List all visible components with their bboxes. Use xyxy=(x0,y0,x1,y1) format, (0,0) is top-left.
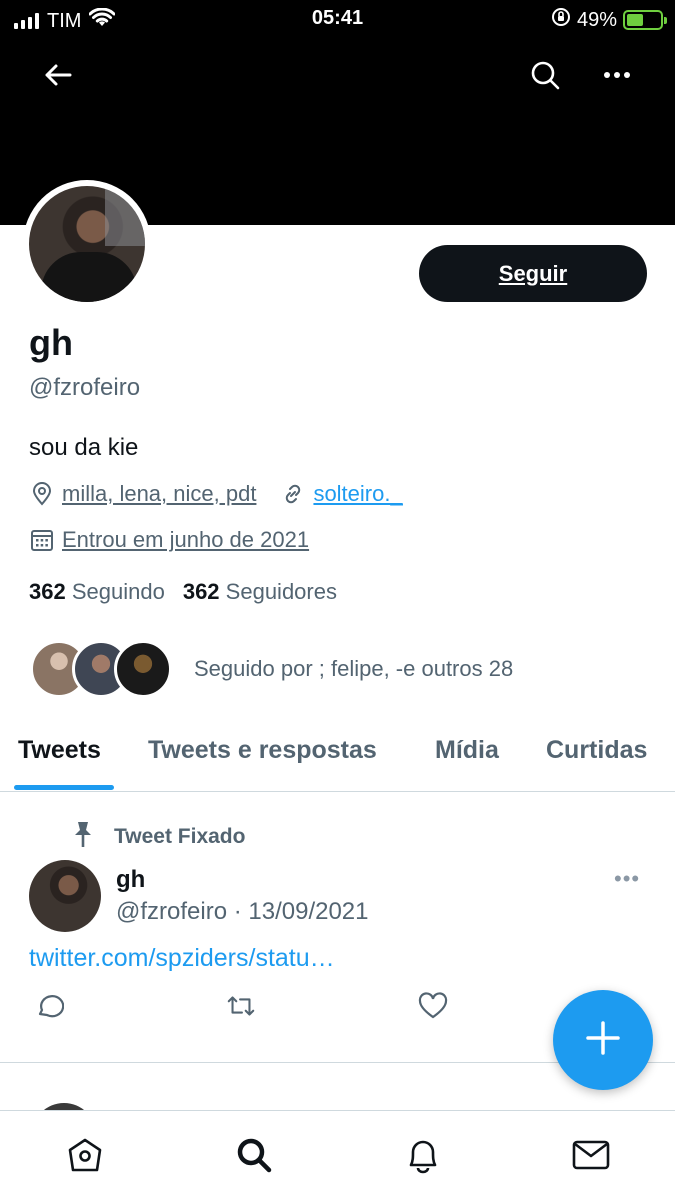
profile-website-link[interactable]: solteiro._ xyxy=(313,481,402,507)
profile-bio: sou da kie xyxy=(29,434,139,461)
follower-avatar xyxy=(114,640,172,698)
status-bar: TIM 05:41 49% xyxy=(0,0,675,38)
home-icon[interactable] xyxy=(63,1133,107,1177)
tweet-more-button[interactable]: ••• xyxy=(614,866,640,892)
pin-icon xyxy=(70,820,96,854)
retweet-icon[interactable] xyxy=(225,990,257,1022)
profile-avatar[interactable] xyxy=(23,180,151,308)
followed-by-row[interactable]: Seguido por ; felipe, ‑e outros 28 xyxy=(30,640,513,698)
profile-meta-row: milla, lena, nice, pdt solteiro._ xyxy=(29,481,403,507)
tab-tweets[interactable]: Tweets xyxy=(18,736,101,765)
following-count[interactable]: 362 Seguindo xyxy=(29,579,165,605)
pinned-tweet-label: Tweet Fixado xyxy=(70,820,245,854)
follow-button[interactable]: Seguir xyxy=(419,245,647,302)
tweet-link[interactable]: twitter.com/spziders/statu… xyxy=(29,944,335,973)
rotation-lock-icon xyxy=(551,7,571,33)
followers-count[interactable]: 362 Seguidores xyxy=(183,579,337,605)
like-heart-icon[interactable] xyxy=(417,990,449,1022)
tweet-avatar[interactable] xyxy=(29,860,101,932)
plus-icon xyxy=(585,1020,621,1061)
notifications-bell-icon[interactable] xyxy=(401,1133,445,1177)
link-icon xyxy=(280,481,306,507)
active-tab-indicator xyxy=(14,785,114,790)
messages-mail-icon[interactable] xyxy=(569,1133,613,1177)
profile-name: gh xyxy=(29,322,73,363)
followed-by-text: Seguido por ; felipe, ‑e outros 28 xyxy=(194,656,514,681)
location-pin-icon xyxy=(29,481,55,507)
profile-joined-date: Entrou em junho de 2021 xyxy=(62,527,310,552)
tweet-author-name: gh xyxy=(116,866,146,893)
profile-tabs: Tweets Tweets e respostas Mídia Curtidas xyxy=(0,720,675,792)
search-icon[interactable] xyxy=(523,53,567,97)
bottom-navigation xyxy=(0,1110,675,1200)
compose-tweet-button[interactable] xyxy=(553,990,653,1090)
explore-search-icon[interactable] xyxy=(232,1133,276,1177)
tab-likes[interactable]: Curtidas xyxy=(546,736,647,765)
reply-icon[interactable] xyxy=(33,990,65,1022)
tab-media[interactable]: Mídia xyxy=(435,736,499,765)
profile-joined-row: Entrou em junho de 2021 xyxy=(29,527,309,553)
follow-counts: 362 Seguindo 362 Seguidores xyxy=(29,579,337,605)
more-horizontal-icon[interactable] xyxy=(595,53,639,97)
battery-percent: 49% xyxy=(576,8,617,31)
calendar-icon xyxy=(29,527,55,553)
profile-handle: @fzrofeiro xyxy=(29,374,141,401)
battery-icon xyxy=(623,10,667,30)
back-arrow-icon[interactable] xyxy=(36,53,80,97)
tweet-author-handle-date: @fzrofeiro · 13/09/2021 xyxy=(116,898,369,925)
profile-location: milla, lena, nice, pdt xyxy=(62,481,257,506)
tab-tweets-replies[interactable]: Tweets e respostas xyxy=(148,736,377,765)
